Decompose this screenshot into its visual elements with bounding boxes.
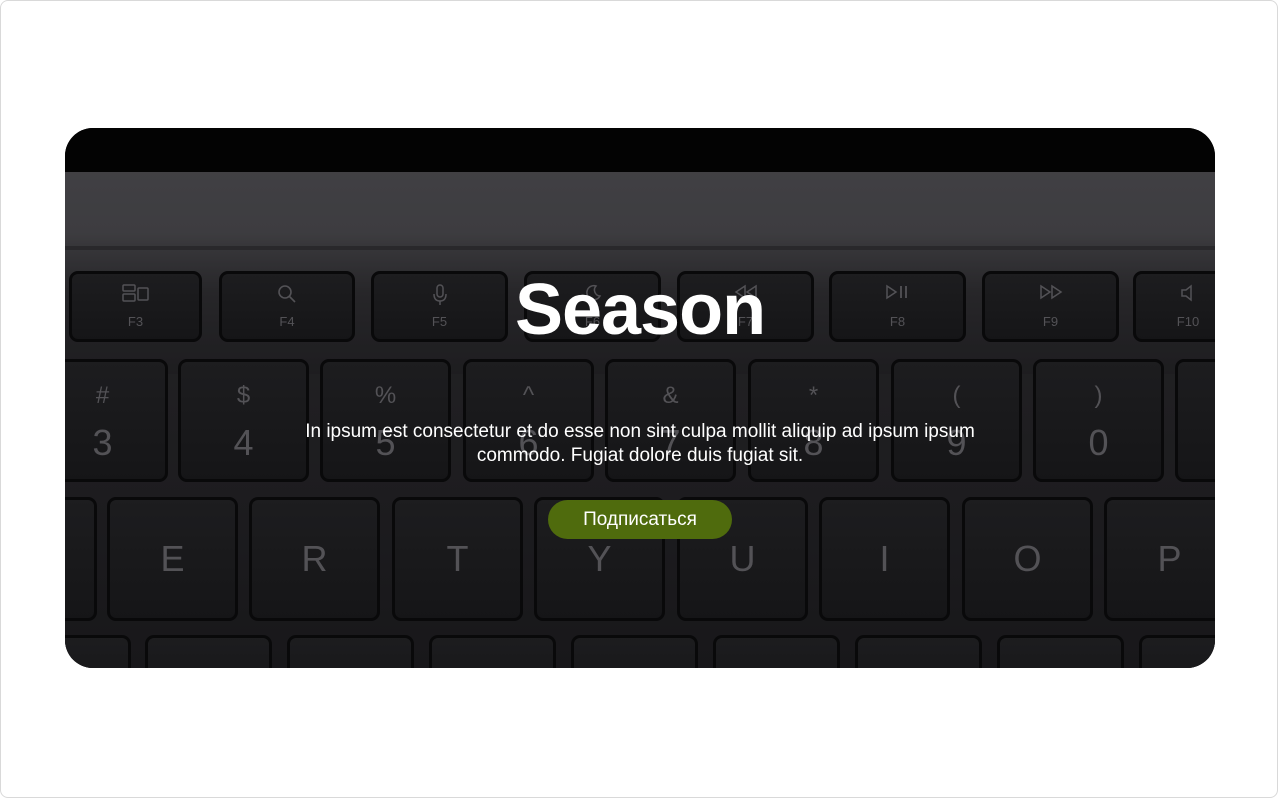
hero-dark-overlay — [65, 128, 1215, 668]
subscribe-button[interactable]: Подписаться — [548, 500, 732, 539]
hero-description: In ipsum est consectetur et do esse non … — [305, 421, 975, 466]
hero-title: Season — [514, 270, 766, 350]
hero-banner: F3 F4 F5 F6 F7 F8 F9 F10 # 3 $ 4 % 5 ^ 6… — [65, 128, 1215, 668]
